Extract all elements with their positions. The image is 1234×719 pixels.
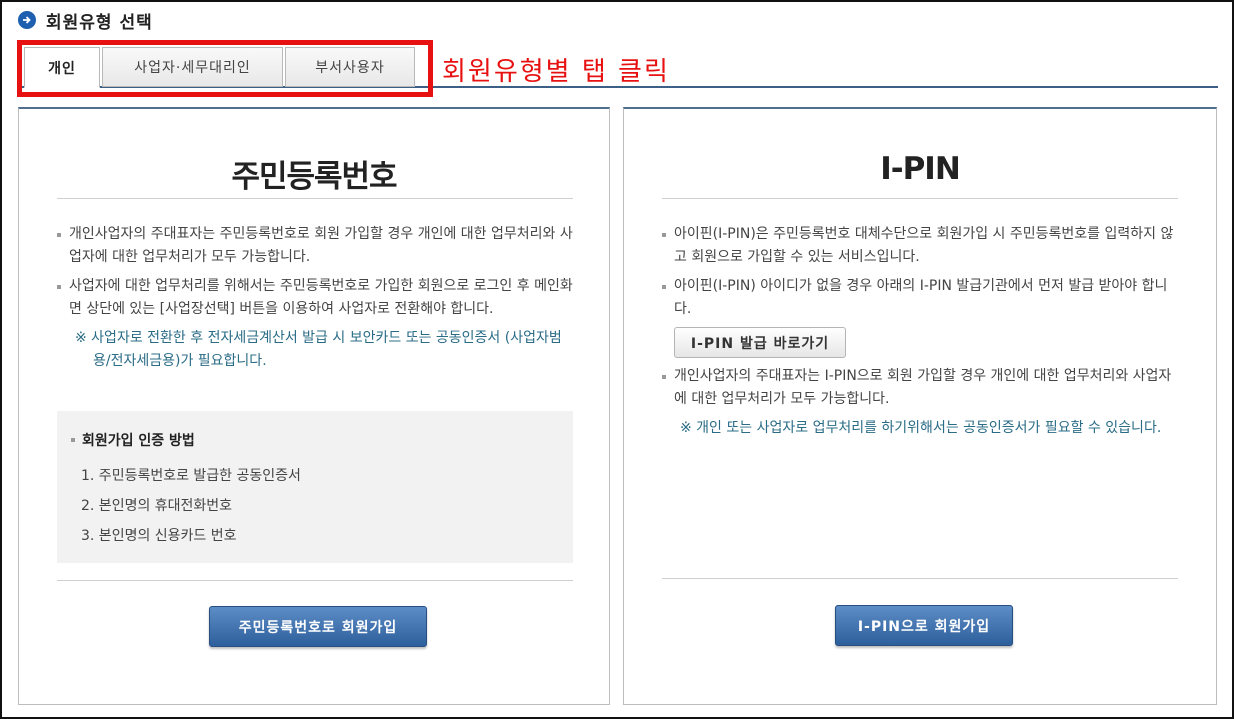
ipin-panel: I-PIN 아이핀(I-PIN)은 주민등록번호 대체수단으로 회원가입 시 주… — [623, 107, 1217, 705]
info-item: 개인사업자의 주대표자는 I-PIN으로 회원 가입할 경우 개인에 대한 업무… — [662, 365, 1182, 411]
info-list: 개인사업자의 주대표자는 주민등록번호로 회원 가입할 경우 개인에 대한 업무… — [57, 223, 575, 373]
section-title: 회원유형 선택 — [46, 12, 153, 33]
info-item: 사업자에 대한 업무처리를 위해서는 주민등록번호로 가입한 회원으로 로그인 … — [57, 275, 575, 321]
info-item: 아이핀(I-PIN) 아이디가 없을 경우 아래의 I-PIN 발급기관에서 먼… — [662, 275, 1182, 321]
ipin-signup-button[interactable]: I-PIN으로 회원가입 — [835, 605, 1013, 646]
info-item: 개인사업자의 주대표자는 주민등록번호로 회원 가입할 경우 개인에 대한 업무… — [57, 223, 575, 269]
resident-number-signup-button[interactable]: 주민등록번호로 회원가입 — [209, 606, 427, 647]
info-note: ※ 개인 또는 사업자로 업무처리를 하기위해서는 공동인증서가 필요할 수 있… — [680, 420, 1162, 436]
panel-title: 주민등록번호 — [231, 159, 397, 195]
signup-method-box: 회원가입 인증 방법 1. 주민등록번호로 발급한 공동인증서 2. 본인명의 … — [57, 411, 573, 563]
annotation-text: 회원유형별 탭 클릭 — [442, 57, 670, 87]
resident-number-panel: 주민등록번호 개인사업자의 주대표자는 주민등록번호로 회원 가입할 경우 개인… — [18, 107, 610, 705]
ipin-issue-button[interactable]: I-PIN 발급 바로가기 — [674, 327, 846, 358]
method-item: 3. 본인명의 신용카드 번호 — [81, 528, 237, 544]
info-note: ※ 사업자로 전환한 후 전자세금계산서 발급 시 보안카드 또는 공동인증서 … — [75, 330, 562, 369]
title-divider — [57, 198, 573, 199]
arrow-right-circle-icon — [18, 11, 36, 29]
method-item: 1. 주민등록번호로 발급한 공동인증서 — [81, 468, 301, 484]
bottom-divider — [662, 578, 1178, 579]
tabs-highlight-box — [17, 40, 433, 97]
bottom-divider — [57, 580, 573, 581]
section-header: 회원유형 선택 — [18, 9, 153, 33]
info-list: 아이핀(I-PIN)은 주민등록번호 대체수단으로 회원가입 시 주민등록번호를… — [662, 223, 1182, 327]
method-item: 2. 본인명의 휴대전화번호 — [81, 498, 233, 514]
panel-title: I-PIN — [880, 151, 961, 187]
method-title: 회원가입 인증 방법 — [71, 430, 559, 450]
info-item: 아이핀(I-PIN)은 주민등록번호 대체수단으로 회원가입 시 주민등록번호를… — [662, 223, 1182, 269]
title-divider — [662, 198, 1178, 199]
info-list-2: 개인사업자의 주대표자는 I-PIN으로 회원 가입할 경우 개인에 대한 업무… — [662, 365, 1182, 440]
